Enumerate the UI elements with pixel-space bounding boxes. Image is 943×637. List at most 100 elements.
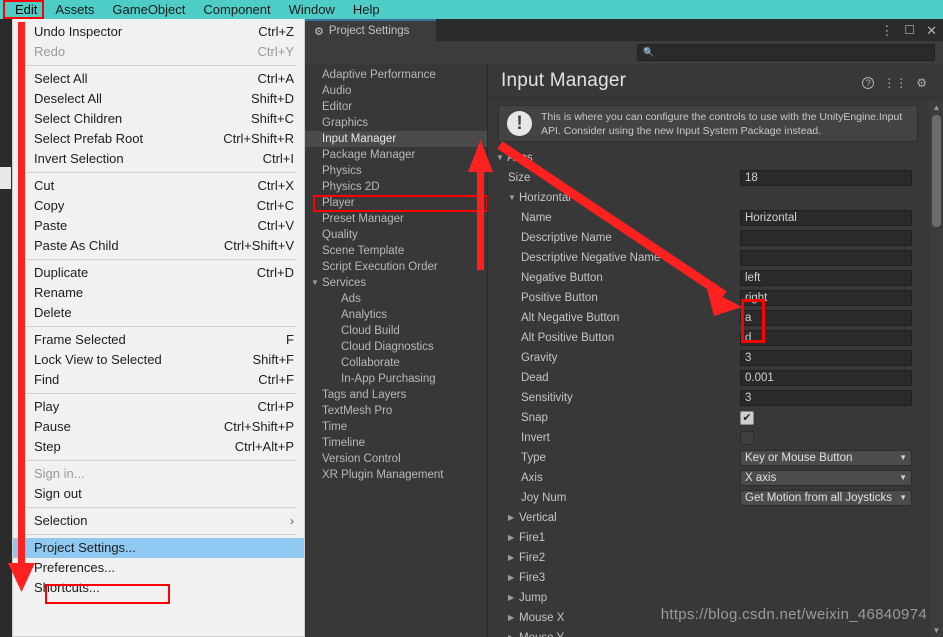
property-dropdown-joy-num[interactable]: Get Motion from all Joysticks ▼ <box>740 490 912 506</box>
menu-item-step[interactable]: Step Ctrl+Alt+P <box>13 437 304 457</box>
menu-item-delete[interactable]: Delete <box>13 303 304 323</box>
property-label-jump[interactable]: ▶ Jump <box>508 588 547 608</box>
maximize-icon[interactable]: ☐ <box>904 24 915 36</box>
menubar-item-window[interactable]: Window <box>280 0 344 19</box>
property-checkbox-invert[interactable] <box>740 431 754 445</box>
scroll-down-arrow-icon[interactable]: ▼ <box>930 625 943 637</box>
sidebar-item-input-manager[interactable]: Input Manager <box>305 131 487 147</box>
property-input-dead[interactable]: 0.001 <box>740 370 912 386</box>
menu-item-rename[interactable]: Rename <box>13 283 304 303</box>
expander-triangle-icon[interactable]: ▶ <box>508 548 519 568</box>
property-input-gravity[interactable]: 3 <box>740 350 912 366</box>
menubar-item-assets[interactable]: Assets <box>46 0 103 19</box>
sidebar-item-script-execution-order[interactable]: Script Execution Order <box>305 259 487 275</box>
menu-item-select-children[interactable]: Select Children Shift+C <box>13 109 304 129</box>
left-dock-tab[interactable] <box>0 167 11 189</box>
property-dropdown-axis[interactable]: X axis ▼ <box>740 470 912 486</box>
property-label-axes[interactable]: ▼ Axes <box>496 148 533 168</box>
expander-triangle-icon[interactable]: ▼ <box>496 148 507 168</box>
menu-item-lock-view-to-selected[interactable]: Lock View to Selected Shift+F <box>13 350 304 370</box>
property-label-mouse-y[interactable]: ▶Mouse Y <box>508 628 564 637</box>
menu-item-shortcuts[interactable]: Shortcuts... <box>13 578 304 598</box>
property-dropdown-type[interactable]: Key or Mouse Button ▼ <box>740 450 912 466</box>
property-input-sensitivity[interactable]: 3 <box>740 390 912 406</box>
sidebar-item-xr-plugin-management[interactable]: XR Plugin Management <box>305 467 487 483</box>
sidebar-item-tags-and-layers[interactable]: Tags and Layers <box>305 387 487 403</box>
sidebar-item-cloud-diagnostics[interactable]: Cloud Diagnostics <box>305 339 487 355</box>
menubar-item-edit[interactable]: Edit <box>6 0 46 19</box>
close-icon[interactable]: ✕ <box>926 24 937 37</box>
menu-item-sign-out[interactable]: Sign out <box>13 484 304 504</box>
sidebar-item-timeline[interactable]: Timeline <box>305 435 487 451</box>
sidebar-item-in-app-purchasing[interactable]: In-App Purchasing <box>305 371 487 387</box>
sidebar-item-scene-template[interactable]: Scene Template <box>305 243 487 259</box>
sidebar-item-graphics[interactable]: Graphics <box>305 115 487 131</box>
menu-item-find[interactable]: Find Ctrl+F <box>13 370 304 390</box>
panel-scrollbar[interactable]: ▲ ▼ <box>930 102 943 637</box>
menubar-item-gameobject[interactable]: GameObject <box>103 0 194 19</box>
property-input-negative-button[interactable]: left <box>740 270 912 286</box>
preset-icon[interactable]: ⋮⋮ <box>883 76 907 90</box>
property-input-alt-positive-button[interactable]: d <box>740 330 912 346</box>
sidebar-item-player[interactable]: Player <box>305 195 487 211</box>
menu-item-paste-as-child[interactable]: Paste As Child Ctrl+Shift+V <box>13 236 304 256</box>
menu-item-duplicate[interactable]: Duplicate Ctrl+D <box>13 263 304 283</box>
property-label-fire1[interactable]: ▶ Fire1 <box>508 528 545 548</box>
menubar-item-help[interactable]: Help <box>344 0 389 19</box>
expander-triangle-icon[interactable]: ▶ <box>508 568 519 588</box>
sidebar-item-package-manager[interactable]: Package Manager <box>305 147 487 163</box>
sidebar-item-physics-2d[interactable]: Physics 2D <box>305 179 487 195</box>
menu-item-selection[interactable]: Selection › <box>13 511 304 531</box>
sidebar-item-time[interactable]: Time <box>305 419 487 435</box>
sidebar-item-physics[interactable]: Physics <box>305 163 487 179</box>
search-box[interactable]: 🔍 <box>637 44 935 61</box>
menubar-item-component[interactable]: Component <box>194 0 279 19</box>
sidebar-item-collaborate[interactable]: Collaborate <box>305 355 487 371</box>
menu-item-frame-selected[interactable]: Frame Selected F <box>13 330 304 350</box>
scroll-up-arrow-icon[interactable]: ▲ <box>930 102 943 114</box>
menu-item-select-all[interactable]: Select All Ctrl+A <box>13 69 304 89</box>
menu-item-undo-inspector[interactable]: Undo Inspector Ctrl+Z <box>13 22 304 42</box>
help-icon[interactable]: ? <box>862 77 875 89</box>
menu-item-pause[interactable]: Pause Ctrl+Shift+P <box>13 417 304 437</box>
sidebar-item-adaptive-performance[interactable]: Adaptive Performance <box>305 67 487 83</box>
menu-item-paste[interactable]: Paste Ctrl+V <box>13 216 304 236</box>
settings-gear-icon[interactable]: ⚙ <box>916 76 927 90</box>
expander-triangle-icon[interactable]: ▶ <box>508 508 519 528</box>
sidebar-item-quality[interactable]: Quality <box>305 227 487 243</box>
sidebar-item-version-control[interactable]: Version Control <box>305 451 487 467</box>
sidebar-item-cloud-build[interactable]: Cloud Build <box>305 323 487 339</box>
expander-triangle-icon[interactable]: ▼ <box>311 275 319 291</box>
menu-item-select-prefab-root[interactable]: Select Prefab Root Ctrl+Shift+R <box>13 129 304 149</box>
property-input-name[interactable]: Horizontal <box>740 210 912 226</box>
property-label-vertical[interactable]: ▶ Vertical <box>508 508 557 528</box>
tab-project-settings[interactable]: ⚙ Project Settings <box>305 19 436 41</box>
menu-item-preferences[interactable]: Preferences... <box>13 558 304 578</box>
scrollbar-thumb[interactable] <box>932 115 941 227</box>
sidebar-item-services[interactable]: ▼ Services <box>305 275 487 291</box>
menu-item-deselect-all[interactable]: Deselect All Shift+D <box>13 89 304 109</box>
sidebar-item-ads[interactable]: Ads <box>305 291 487 307</box>
property-input-positive-button[interactable]: right <box>740 290 912 306</box>
expander-triangle-icon[interactable]: ▶ <box>508 588 519 608</box>
menu-item-project-settings[interactable]: Project Settings... <box>13 538 304 558</box>
sidebar-item-audio[interactable]: Audio <box>305 83 487 99</box>
menu-item-play[interactable]: Play Ctrl+P <box>13 397 304 417</box>
property-label-fire2[interactable]: ▶ Fire2 <box>508 548 545 568</box>
sidebar-item-editor[interactable]: Editor <box>305 99 487 115</box>
menu-item-cut[interactable]: Cut Ctrl+X <box>13 176 304 196</box>
settings-sidebar[interactable]: Adaptive Performance Audio Editor Graphics I… <box>305 64 488 637</box>
property-input-descriptive-negative-name[interactable] <box>740 250 912 266</box>
sidebar-item-preset-manager[interactable]: Preset Manager <box>305 211 487 227</box>
property-label-fire3[interactable]: ▶ Fire3 <box>508 568 545 588</box>
expander-triangle-icon[interactable]: ▼ <box>508 188 519 208</box>
sidebar-item-analytics[interactable]: Analytics <box>305 307 487 323</box>
property-input-alt-negative-button[interactable]: a <box>740 310 912 326</box>
more-options-icon[interactable]: ⋮ <box>880 24 893 37</box>
property-label-mouse-x[interactable]: ▶ Mouse X <box>508 608 564 628</box>
property-input-size[interactable]: 18 <box>740 170 912 186</box>
menu-item-invert-selection[interactable]: Invert Selection Ctrl+I <box>13 149 304 169</box>
search-input[interactable] <box>658 46 919 59</box>
expander-triangle-icon[interactable]: ▶ <box>508 608 519 628</box>
property-input-descriptive-name[interactable] <box>740 230 912 246</box>
